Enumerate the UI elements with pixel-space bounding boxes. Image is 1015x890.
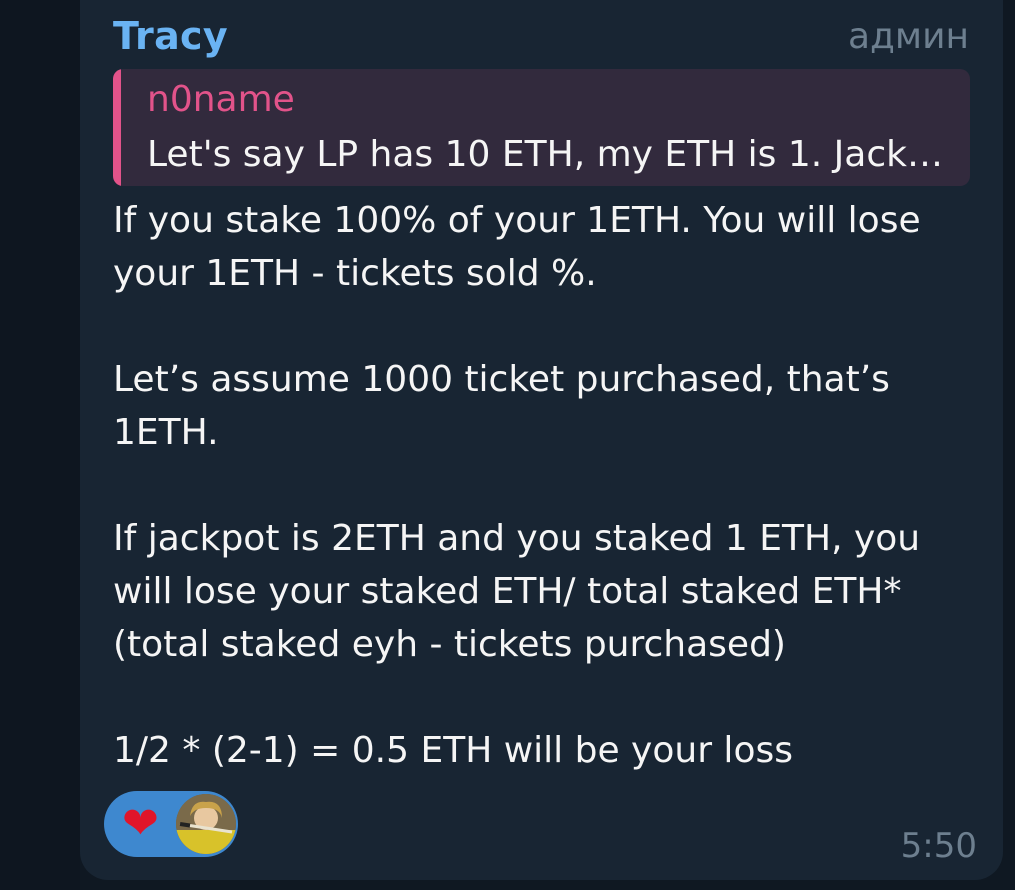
- message-paragraph-spacer: [113, 459, 973, 512]
- message-paragraph-spacer: [113, 671, 973, 724]
- message-time: 5:50: [900, 826, 977, 866]
- message-text: If you stake 100% of your 1ETH. You will…: [113, 194, 973, 777]
- admin-badge: админ: [847, 16, 969, 57]
- reply-accent-bar: [113, 69, 121, 186]
- reply-quote[interactable]: n0name Let's say LP has 10 ETH, my ETH i…: [113, 69, 970, 186]
- reaction-chip[interactable]: ❤: [104, 791, 238, 857]
- message-paragraph-spacer: [113, 300, 973, 353]
- reply-author: n0name: [147, 79, 295, 120]
- message-paragraph: 1/2 * (2-1) = 0.5 ETH will be your loss: [113, 730, 793, 771]
- message-paragraph: If you stake 100% of your 1ETH. You will…: [113, 200, 921, 294]
- message-paragraph: If jackpot is 2ETH and you staked 1 ETH,…: [113, 518, 921, 665]
- reactor-avatar[interactable]: [176, 794, 236, 854]
- chat-background: [0, 0, 80, 890]
- reply-snippet: Let's say LP has 10 ETH, my ETH is 1. Ja…: [147, 134, 957, 175]
- heart-icon: ❤: [122, 798, 159, 849]
- sender-name[interactable]: Tracy: [113, 14, 228, 58]
- message-paragraph: Let’s assume 1000 ticket purchased, that…: [113, 359, 890, 453]
